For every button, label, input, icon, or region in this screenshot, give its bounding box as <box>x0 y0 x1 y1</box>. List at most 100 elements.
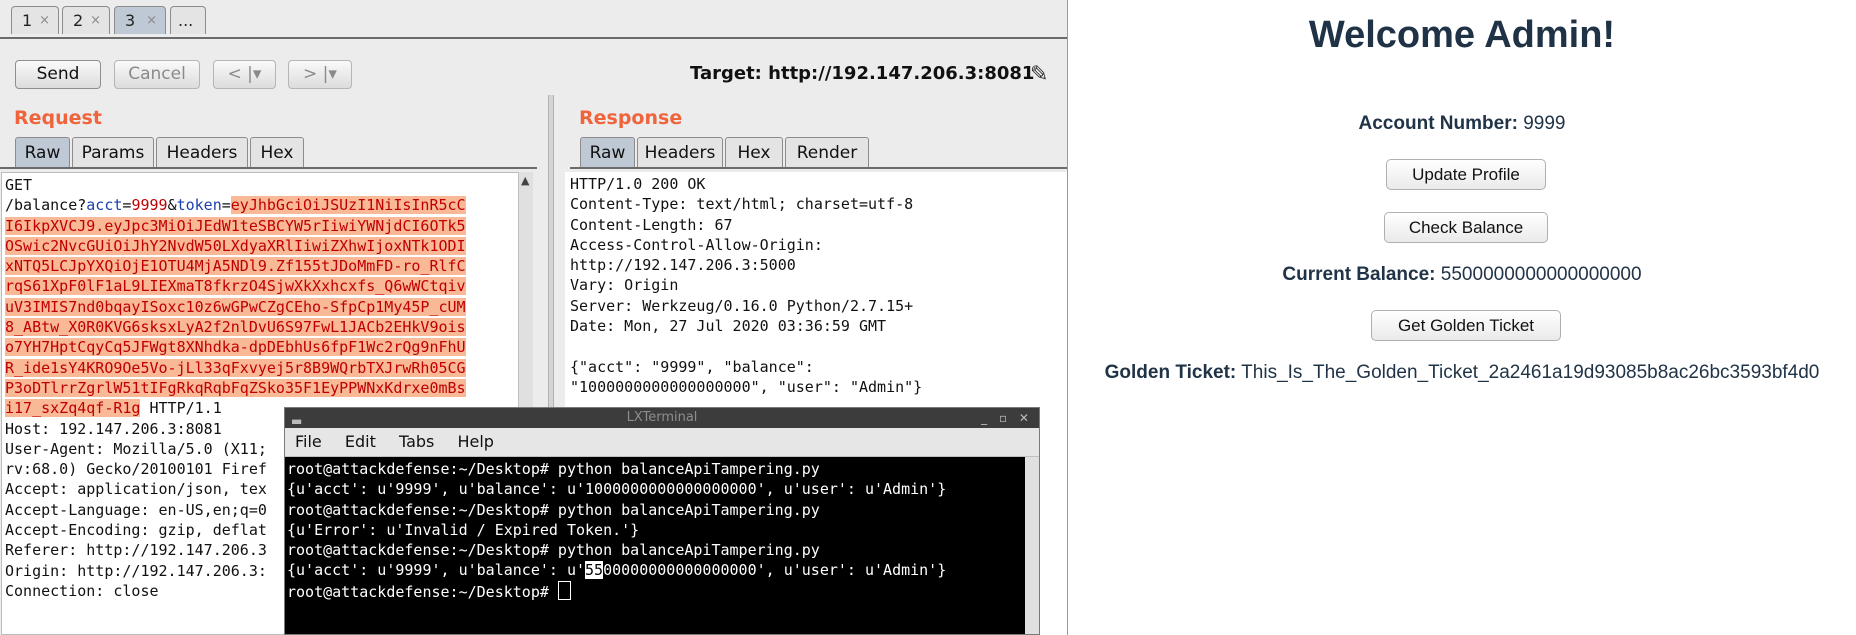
account-number-label: Account Number: <box>1358 113 1518 134</box>
response-line: "1000000000000000000", "user": "Admin"} <box>570 377 923 396</box>
close-icon[interactable]: × <box>90 7 101 35</box>
request-line: xNTQ5LCJpYXQiOjE1OTU4MjA5NDl9.Zf155tJDoM… <box>5 256 518 276</box>
terminal-line: root@attackdefense:~/Desktop# python bal… <box>287 540 1037 560</box>
request-line-segment: acct <box>86 196 123 215</box>
account-number-value: 9999 <box>1523 113 1566 134</box>
terminal-menubar: File Edit Tabs Help <box>285 428 1039 457</box>
response-tab-headers[interactable]: Headers <box>637 137 723 167</box>
menu-file[interactable]: File <box>295 432 322 451</box>
terminal-line-segment: root@attackdefense:~/Desktop# python bal… <box>287 541 820 560</box>
request-line: I6IkpXVCJ9.eyJpc3MiOiJEdW1teSBCYW5rIiwiY… <box>5 216 518 236</box>
menu-help[interactable]: Help <box>457 432 493 451</box>
repeater-tab-label: ... <box>178 11 194 30</box>
terminal-line-segment: {u'acct': u'9999', u'balance': u' <box>287 561 586 580</box>
request-line-segment: rqS61XpF0lF1aL9LIEXmaT8fkrzO4SjwXkXxhcxf… <box>5 277 466 296</box>
terminal-line-segment: 55 <box>585 561 604 580</box>
request-tab-headers[interactable]: Headers <box>156 137 248 167</box>
terminal-line: root@attackdefense:~/Desktop# python bal… <box>287 500 1037 520</box>
back-button[interactable]: < |▾ <box>213 60 276 89</box>
response-line: Content-Type: text/html; charset=utf-8 <box>570 195 914 214</box>
request-line: P3oDTlrrZgrlW51tIFgRkqRqbFqZSko35F1EyPPW… <box>5 378 518 398</box>
request-line: uV3IMIS7nd0bqayISoxc10z6wGPwCZgCEho-SfpC… <box>5 297 518 317</box>
response-tab-underline <box>570 167 1067 169</box>
request-line-segment: HTTP/1.1 <box>140 399 222 418</box>
send-button[interactable]: Send <box>15 60 101 89</box>
menu-edit[interactable]: Edit <box>345 432 376 451</box>
terminal-window[interactable]: ▬ LXTerminal _ ▫ ✕ File Edit Tabs Help r… <box>284 407 1040 635</box>
request-line-segment: Accept: application/json, tex <box>5 480 267 499</box>
response-line: Access-Control-Allow-Origin: <box>570 235 823 254</box>
request-line: GET <box>5 175 518 195</box>
request-tab-hex[interactable]: Hex <box>250 137 304 167</box>
terminal-cursor <box>557 580 571 600</box>
request-line-segment: = <box>221 196 231 215</box>
close-icon[interactable]: × <box>39 7 50 35</box>
response-line: http://192.147.206.3:5000 <box>570 256 796 275</box>
request-line: /balance?acct=9999&token=eyJhbGciOiJSUzI… <box>5 195 518 215</box>
update-profile-button[interactable]: Update Profile <box>1386 159 1546 190</box>
response-line: {"acct": "9999", "balance": <box>570 357 814 376</box>
response-tab-hex[interactable]: Hex <box>725 137 783 167</box>
terminal-line-segment: root@attackdefense:~/Desktop# <box>287 582 558 601</box>
request-line-segment: Accept-Encoding: gzip, deflat <box>5 521 267 540</box>
account-number-row: Account Number: 9999 <box>1068 113 1856 135</box>
current-balance-value: 5500000000000000000 <box>1440 264 1642 285</box>
terminal-titlebar[interactable]: ▬ LXTerminal _ ▫ ✕ <box>285 408 1039 428</box>
request-line-segment: uV3IMIS7nd0bqayISoxc10z6wGPwCZgCEho-SfpC… <box>5 297 466 316</box>
current-balance-row: Current Balance: 5500000000000000000 <box>1068 264 1856 286</box>
golden-ticket-row: Golden Ticket: This_Is_The_Golden_Ticket… <box>1068 362 1856 384</box>
terminal-screen[interactable]: root@attackdefense:~/Desktop# python bal… <box>285 457 1039 601</box>
request-line-segment: GET <box>5 176 33 194</box>
request-line: OSwic2NvcGUiOiJhY2NvdW50LXdyaXRlIiwiZXhw… <box>5 236 518 256</box>
request-tab-underline <box>0 167 537 169</box>
repeater-tab-new[interactable]: ... <box>170 6 206 34</box>
request-line: R_ide1sY4KRO9Oe5Vo-jLl33qFxvyej5r8B9WQrb… <box>5 358 518 378</box>
terminal-scrollbar[interactable] <box>1025 457 1039 634</box>
request-line-segment: P3oDTlrrZgrlW51tIFgRkqRqbFqZSko35F1EyPPW… <box>5 378 466 397</box>
request-tab-params[interactable]: Params <box>72 137 154 167</box>
terminal-line: {u'Error': u'Invalid / Expired Token.'} <box>287 520 1037 540</box>
request-line-segment: User-Agent: Mozilla/5.0 (X11; <box>5 439 267 458</box>
response-line: Date: Mon, 27 Jul 2020 03:36:59 GMT <box>570 317 887 336</box>
get-golden-ticket-button[interactable]: Get Golden Ticket <box>1371 310 1561 341</box>
repeater-tab-2[interactable]: 2 × <box>62 6 110 34</box>
terminal-line-segment: root@attackdefense:~/Desktop# python bal… <box>287 460 820 478</box>
request-line-segment: token <box>176 196 222 215</box>
request-line-segment: 9999 <box>131 196 168 215</box>
response-tab-raw[interactable]: Raw <box>580 137 635 167</box>
webapp-page: Welcome Admin! Account Number: 9999 Upda… <box>1068 0 1856 635</box>
repeater-tab-strip: 1 × 2 × 3 × ... <box>0 0 1067 39</box>
request-line: o7YH7HptCqyCq5JFWgt8XNhdka-dpDEbhUs6fpF1… <box>5 337 518 357</box>
response-title: Response <box>579 107 683 129</box>
terminal-line-segment: {u'acct': u'9999', u'balance': u'1000000… <box>287 480 947 499</box>
request-line: rqS61XpF0lF1aL9LIEXmaT8fkrzO4SjwXkXxhcxf… <box>5 276 518 296</box>
response-tab-render[interactable]: Render <box>785 137 869 167</box>
repeater-tab-label: 2 <box>73 11 84 30</box>
target-label: Target: http://192.147.206.3:8081 <box>690 63 1035 84</box>
repeater-tab-1[interactable]: 1 × <box>11 6 59 34</box>
terminal-icon: ▬ <box>291 414 303 428</box>
forward-button[interactable]: > |▾ <box>288 60 352 89</box>
request-line-segment: Referer: http://192.147.206.3 <box>5 541 267 560</box>
response-line: Server: Werkzeug/0.16.0 Python/2.7.15+ <box>570 296 914 315</box>
request-tab-raw[interactable]: Raw <box>15 137 70 167</box>
request-line-segment: rv:68.0) Gecko/20100101 Firef <box>5 460 267 479</box>
pencil-icon[interactable]: ✎ <box>1030 62 1048 87</box>
request-line-segment: xNTQ5LCJpYXQiOjE1OTU4MjA5NDl9.Zf155tJDoM… <box>5 257 466 276</box>
repeater-tab-3[interactable]: 3 × <box>114 6 166 34</box>
repeater-tab-label: 1 <box>22 11 33 30</box>
terminal-title: LXTerminal <box>626 410 698 425</box>
request-line-segment: Origin: http://192.147.206.3: <box>5 561 267 580</box>
close-icon[interactable]: × <box>146 7 157 35</box>
cancel-button[interactable]: Cancel <box>114 60 200 89</box>
repeater-tab-label: 3 <box>125 11 136 30</box>
check-balance-button[interactable]: Check Balance <box>1384 212 1548 243</box>
scroll-up-icon[interactable]: ▲ <box>521 174 529 187</box>
terminal-line: {u'acct': u'9999', u'balance': u'1000000… <box>287 479 1037 499</box>
menu-tabs[interactable]: Tabs <box>399 432 434 451</box>
window-controls[interactable]: _ ▫ ✕ <box>981 408 1033 428</box>
golden-ticket-label: Golden Ticket: <box>1104 362 1237 383</box>
request-line-segment: I6IkpXVCJ9.eyJpc3MiOiJEdW1teSBCYW5rIiwiY… <box>5 216 466 235</box>
request-line-segment: /balance? <box>5 196 87 215</box>
terminal-line-segment: 00000000000000000', u'user': u'Admin'} <box>603 561 947 580</box>
